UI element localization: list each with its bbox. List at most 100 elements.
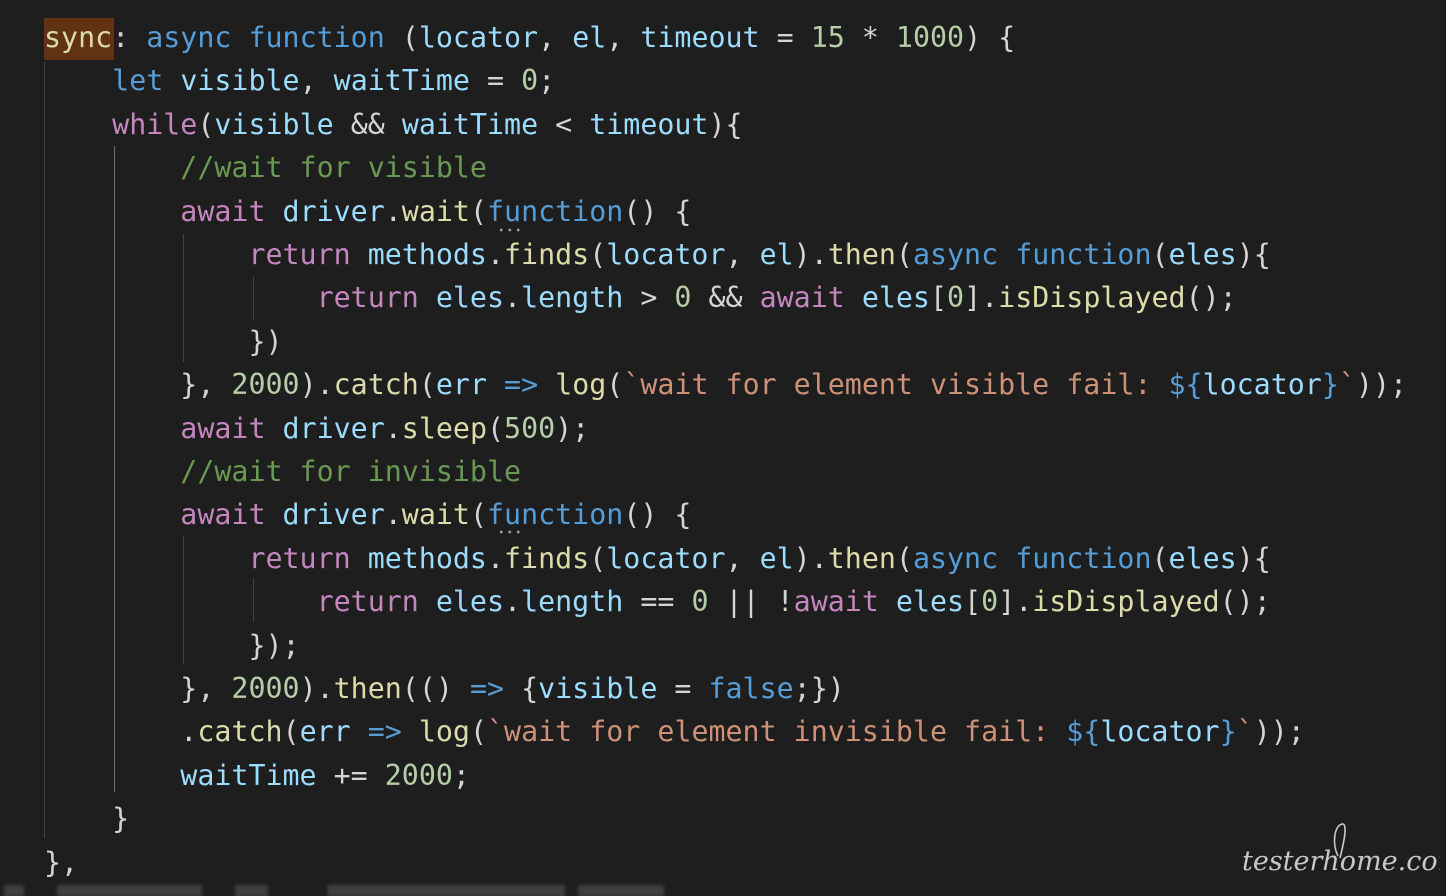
code-token-fn: then	[827, 541, 896, 575]
code-token-punc: *	[844, 21, 896, 54]
code-token-punc: .	[504, 281, 522, 315]
code-line: //wait for invisible	[44, 452, 521, 492]
code-token-num: 0	[521, 64, 539, 98]
code-token-punc	[44, 108, 112, 141]
code-token-punc: .	[486, 238, 505, 271]
code-token-ctrl: return	[248, 238, 351, 271]
code-token-kw: =>	[504, 368, 539, 402]
code-token-fn: finds	[504, 541, 590, 575]
code-token-punc: ){	[708, 107, 743, 141]
code-line: });	[44, 626, 299, 666]
code-token-punc: &&	[691, 281, 760, 315]
code-token-punc: (()	[401, 672, 470, 705]
code-token-kw: async	[912, 238, 999, 271]
code-token-punc	[351, 542, 368, 575]
code-token-ctrl: while	[112, 107, 198, 141]
code-line: await driver.sleep(500);	[44, 409, 589, 449]
code-token-kw: function	[487, 194, 624, 228]
code-token-var: driver	[282, 194, 385, 228]
code-line: return eles.length == 0 || !await eles[0…	[44, 582, 1271, 622]
status-line	[0, 882, 1446, 896]
code-token-num: 500	[504, 411, 556, 445]
code-line: }	[44, 799, 129, 839]
code-token-kw: function	[248, 21, 385, 54]
code-token-punc	[265, 195, 282, 228]
code-token-fn: isDisplayed	[1032, 585, 1220, 619]
code-line: },	[44, 843, 78, 883]
code-token-punc: ;	[538, 64, 556, 98]
code-token-punc: (	[486, 411, 505, 445]
code-token-punc: (	[895, 238, 913, 271]
code-token-str: `	[1338, 368, 1356, 402]
code-token-punc: },	[180, 368, 232, 402]
code-token-var: driver	[282, 411, 385, 445]
code-token-fn: wait	[401, 498, 470, 532]
code-token-punc: {	[504, 672, 539, 705]
code-token-punc: ).	[299, 672, 334, 705]
code-line: }, 2000).then(() => {visible = false;})	[44, 669, 845, 709]
code-token-var: eles	[435, 585, 505, 619]
code-line: sync: async function (locator, el, timeo…	[44, 18, 1015, 58]
code-token-punc: [	[964, 585, 982, 619]
code-token-punc: .	[504, 585, 522, 619]
code-line: return eles.length > 0 && await eles[0].…	[44, 278, 1237, 318]
code-token-str: `wait for element invisible fail:	[487, 715, 1067, 749]
code-token-fn: wait	[401, 194, 470, 228]
code-token-punc	[351, 238, 368, 271]
code-token-punc: :	[112, 21, 147, 54]
code-token-fn: then	[827, 238, 896, 271]
watermark-text: testerhome.com	[1242, 846, 1440, 877]
code-token-punc: ;})	[793, 672, 845, 705]
code-token-punc: +=	[316, 758, 385, 792]
code-token-punc: ){	[1236, 238, 1271, 271]
code-token-punc: ).	[299, 368, 334, 402]
code-token-punc: (	[589, 541, 607, 575]
code-token-hl: sync	[44, 21, 113, 54]
code-token-kw: =>	[367, 715, 402, 749]
code-token-fn: log	[555, 368, 607, 402]
code-token-punc	[44, 498, 180, 531]
code-token-num: 1000	[895, 21, 965, 54]
code-token-punc: ();	[1219, 585, 1271, 619]
code-token-punc: (	[418, 368, 436, 402]
code-token-var: locator	[606, 541, 726, 575]
code-token-punc	[44, 542, 248, 575]
code-token-ctrl: return	[248, 541, 351, 575]
code-token-punc: ) {	[964, 21, 1016, 54]
code-token-punc	[44, 455, 180, 488]
code-token-punc	[538, 368, 555, 401]
code-token-var: el	[759, 541, 794, 575]
code-token-var: eles	[1168, 541, 1237, 575]
code-token-kw: ${	[1066, 715, 1101, 749]
code-token-punc: ;	[452, 758, 470, 792]
code-token-punc	[44, 238, 248, 271]
code-token-punc: .	[180, 715, 198, 749]
code-token-punc: ));	[1253, 715, 1305, 749]
code-token-punc: ,	[725, 541, 760, 575]
code-token-punc	[998, 542, 1015, 575]
code-token-punc: =	[469, 64, 522, 98]
code-line: await driver.wait(function() {	[44, 495, 691, 535]
code-editor[interactable]: sync: async function (locator, el, timeo…	[0, 0, 1446, 896]
code-token-num: 2000	[231, 368, 300, 402]
code-token-fn: catch	[197, 715, 283, 749]
code-token-var: timeout	[589, 107, 709, 141]
code-token-punc: ,	[299, 64, 334, 98]
code-token-punc	[44, 195, 180, 228]
code-token-punc	[44, 629, 248, 662]
status-line-blurred-text	[4, 885, 664, 896]
code-token-var: length	[521, 585, 624, 619]
code-token-kw: }	[1219, 715, 1237, 749]
code-token-ctrl: await	[180, 498, 266, 532]
code-token-var: el	[572, 21, 607, 54]
code-token-str: `	[1236, 715, 1254, 749]
code-line: }, 2000).catch(err => log(`wait for elem…	[44, 365, 1407, 405]
code-token-punc	[44, 281, 317, 314]
code-token-var: locator	[1202, 368, 1322, 402]
code-token-punc: (	[282, 715, 300, 749]
code-token-punc	[44, 672, 180, 705]
code-token-punc: ){	[1236, 541, 1271, 575]
code-token-punc	[845, 281, 862, 314]
code-token-punc: =	[657, 672, 709, 705]
code-token-var: eles	[895, 585, 965, 619]
